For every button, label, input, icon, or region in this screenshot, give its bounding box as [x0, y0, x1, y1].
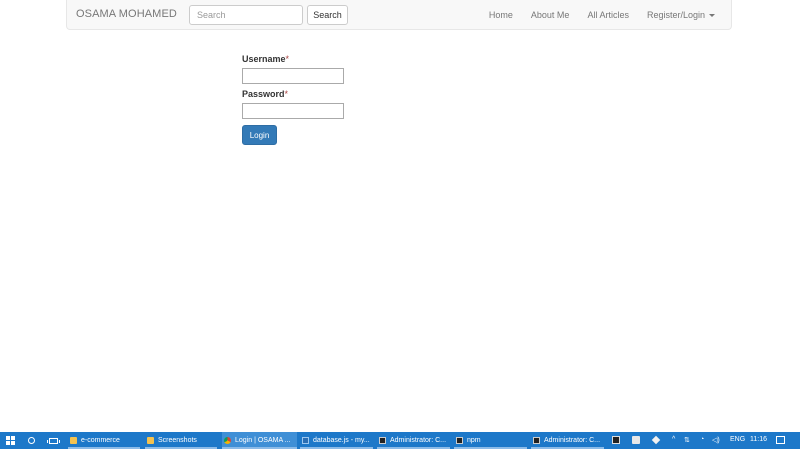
username-input[interactable] [242, 68, 344, 84]
username-label: Username* [242, 54, 344, 65]
wifi-icon[interactable]: ◔ [700, 436, 704, 443]
required-mark: * [284, 89, 289, 99]
nav-about-link[interactable]: About Me [522, 10, 579, 20]
chevron-up-icon[interactable]: ^ [672, 436, 675, 443]
cmd-icon [379, 437, 386, 444]
taskbar-app-screenshots[interactable]: Screenshots [145, 432, 217, 449]
password-input[interactable] [242, 103, 344, 119]
taskbar-app-label: Administrator: C... [390, 437, 447, 444]
navbar: OSAMA MOHAMED Search Home About Me All A… [66, 0, 732, 30]
cortana-icon[interactable] [25, 432, 37, 449]
search-button[interactable]: Search [307, 5, 348, 25]
login-button[interactable]: Login [242, 125, 277, 145]
username-label-text: Username [242, 54, 286, 64]
required-mark: * [285, 54, 290, 64]
task-view-icon[interactable] [46, 432, 60, 449]
taskbar-app-label: npm [467, 437, 481, 444]
taskbar: e-commerce Screenshots Login | OSAMA ...… [0, 432, 800, 449]
folder-icon [70, 437, 77, 444]
taskbar-app-label: database.js - my... [313, 437, 370, 444]
clock[interactable]: 11:16 [750, 436, 767, 443]
nav-links: Home About Me All Articles Register/Logi… [480, 0, 731, 30]
brand-link[interactable]: OSAMA MOHAMED [76, 8, 177, 20]
taskbar-app-label: Administrator: C... [544, 437, 601, 444]
taskbar-app-vscode[interactable]: database.js - my... [300, 432, 373, 449]
password-label: Password* [242, 89, 344, 100]
notifications-icon[interactable] [776, 436, 785, 444]
taskbar-app-cmd-admin[interactable]: Administrator: C... [377, 432, 450, 449]
taskbar-app-npm[interactable]: npm [454, 432, 527, 449]
vscode-icon [302, 437, 309, 444]
cmd-icon [456, 437, 463, 444]
taskbar-app-label: Screenshots [158, 437, 197, 444]
taskbar-app-label: Login | OSAMA ... [235, 437, 291, 444]
taskbar-app-browser[interactable]: Login | OSAMA ... [222, 432, 297, 449]
nav-home-link[interactable]: Home [480, 10, 522, 20]
notes-icon[interactable] [632, 436, 640, 444]
nav-articles-link[interactable]: All Articles [578, 10, 638, 20]
windows-start-icon[interactable] [4, 432, 16, 449]
pycharm-icon[interactable] [612, 436, 620, 444]
password-label-text: Password [242, 89, 285, 99]
cmd-icon [533, 437, 540, 444]
taskbar-app-ecommerce[interactable]: e-commerce [68, 432, 140, 449]
pen-icon[interactable] [651, 435, 661, 445]
language-indicator[interactable]: ENG [730, 436, 745, 443]
search-input[interactable] [189, 5, 303, 25]
taskbar-app-cmd-admin-2[interactable]: Administrator: C... [531, 432, 604, 449]
volume-icon[interactable]: ◁) [712, 436, 720, 444]
login-form: Username* Password* Login [242, 54, 344, 145]
dropdown-label: Register/Login [646, 10, 705, 20]
taskbar-app-label: e-commerce [81, 437, 120, 444]
register-login-dropdown[interactable]: Register/Login [638, 10, 731, 20]
chrome-icon [224, 437, 231, 444]
network-icon[interactable]: ⇅ [684, 436, 690, 444]
caret-down-icon [709, 14, 715, 18]
folder-icon [147, 437, 154, 444]
